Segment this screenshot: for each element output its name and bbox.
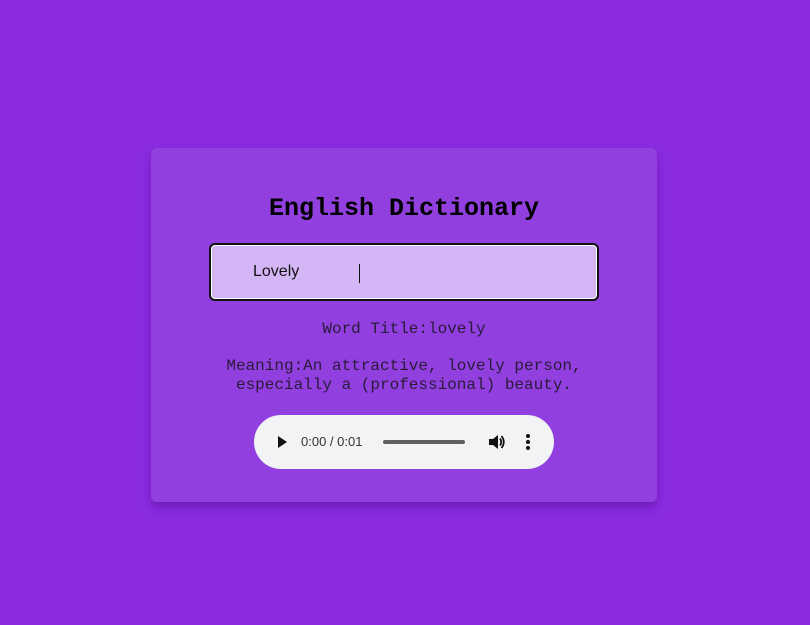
text-caret — [359, 264, 360, 283]
search-input-container[interactable] — [209, 243, 599, 301]
play-icon[interactable] — [274, 434, 290, 450]
audio-player[interactable]: 0:00 / 0:01 — [254, 415, 554, 469]
page-title: English Dictionary — [268, 194, 540, 223]
more-vertical-icon[interactable] — [520, 432, 536, 452]
audio-progress-bar[interactable] — [383, 440, 465, 444]
audio-time: 0:00 / 0:01 — [301, 434, 363, 449]
search-input[interactable] — [211, 245, 597, 299]
volume-icon[interactable] — [486, 432, 506, 452]
dictionary-card: English Dictionary Word Title:lovely Mea… — [151, 148, 657, 502]
word-meaning: Meaning:An attractive, lovely person, es… — [226, 357, 582, 394]
word-title: Word Title:lovely — [322, 320, 486, 338]
